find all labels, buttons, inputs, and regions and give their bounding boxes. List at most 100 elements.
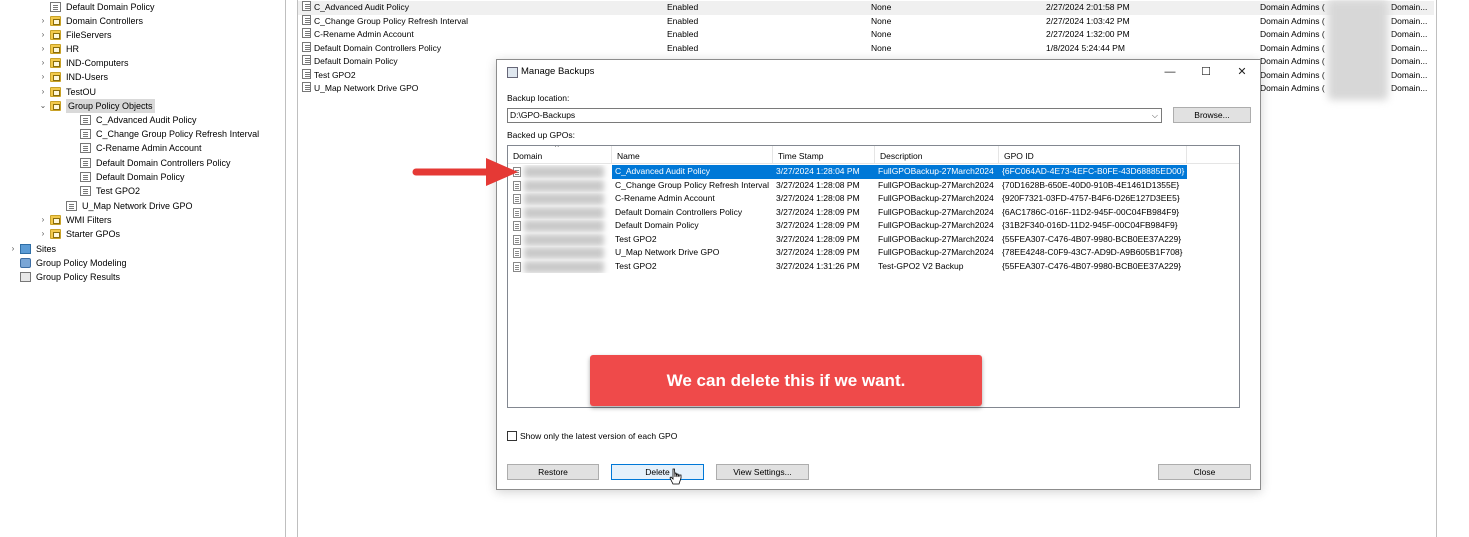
gpo-status-cell: Enabled (667, 29, 699, 39)
chevron-right-icon[interactable]: › (8, 242, 18, 256)
chevron-right-icon[interactable]: › (38, 42, 48, 56)
chevron-right-icon[interactable]: › (38, 70, 48, 84)
pane-divider[interactable] (285, 0, 286, 537)
tree-item[interactable]: Group Policy Results (8, 270, 120, 284)
dialog-titlebar[interactable]: Manage Backups — ☐ ✕ (497, 60, 1260, 84)
gpo-modified-cell: 2/27/2024 1:03:42 PM (1046, 15, 1130, 26)
browse-button[interactable]: Browse... (1173, 107, 1251, 123)
backup-id-cell: {55FEA307-C476-4B07-9980-BCB0EE37A229} (1002, 260, 1182, 271)
gpo-owner-cell: Domain Admins ( (1260, 42, 1325, 53)
gpo-backup-icon (513, 234, 521, 245)
backup-location-combo[interactable]: D:\GPO-Backups ⌵ (507, 108, 1162, 123)
gpo-list-row[interactable]: Default Domain Controllers Policy Enabled… (298, 41, 1434, 56)
folder-icon (50, 229, 61, 239)
window-close-button[interactable]: ✕ (1227, 63, 1257, 81)
backup-row[interactable]: C-Rename Admin Account 3/27/2024 1:28:08 … (508, 192, 1239, 206)
gpo-wmi-cell: None (871, 29, 892, 39)
gpo-list-row[interactable]: C_Advanced Audit Policy Enabled None 2/27/2… (298, 1, 1434, 15)
delete-button[interactable]: Delete (611, 464, 704, 480)
tree-item[interactable]: › Starter GPOs (38, 227, 120, 241)
tree-item[interactable]: C_Advanced Audit Policy (68, 113, 197, 127)
maximize-button[interactable]: ☐ (1191, 63, 1221, 81)
gpo-modified-cell: 2/27/2024 2:01:58 PM (1046, 2, 1130, 12)
col-domain[interactable]: ^ Domain (508, 146, 612, 164)
tree-item[interactable]: Default Domain Policy (68, 170, 185, 184)
chevron-right-icon[interactable]: › (38, 227, 48, 241)
backup-location-label: Backup location: (507, 93, 570, 103)
site-icon (20, 244, 31, 254)
backup-time-cell: 3/27/2024 1:28:04 PM (773, 165, 875, 179)
tree-item[interactable]: Test GPO2 (68, 184, 140, 198)
restore-button[interactable]: Restore (507, 464, 599, 480)
backup-desc-cell: FullGPOBackup-27March2024 (878, 193, 994, 203)
col-gpo-id[interactable]: GPO ID (999, 146, 1187, 164)
backup-name-cell: Test GPO2 (615, 260, 657, 271)
chevron-down-icon[interactable]: ⌄ (38, 99, 48, 113)
tree-item-label: IND-Users (66, 72, 108, 82)
chevron-right-icon[interactable]: › (38, 56, 48, 70)
tree-item[interactable]: › Domain Controllers (38, 14, 143, 28)
tree-item[interactable]: Default Domain Controllers Policy (68, 156, 231, 170)
latest-version-checkbox[interactable] (507, 431, 517, 441)
domain-cell (508, 179, 612, 193)
gpo-backup-icon (513, 261, 521, 272)
gpo-doc-icon (302, 1, 311, 11)
gpo-list-row[interactable]: C_Change Group Policy Refresh Interval En… (298, 14, 1434, 29)
gpo-name-cell: C_Change Group Policy Refresh Interval (302, 14, 468, 29)
backup-desc-cell: FullGPOBackup-27March2024 (878, 233, 994, 244)
backup-id-cell: {70D1628B-650E-40D0-910B-4E1461D1355E} (1002, 179, 1180, 190)
col-description[interactable]: Description (875, 146, 999, 164)
redacted-domain-blur (524, 220, 604, 232)
tree-item[interactable]: › WMI Filters (38, 213, 112, 227)
gpo-list-row[interactable]: C-Rename Admin Account Enabled None 2/27/20… (298, 28, 1434, 42)
tree-item[interactable]: › Sites (8, 242, 56, 256)
tree-item-label: C_Advanced Audit Policy (96, 115, 197, 125)
tree-item[interactable]: › IND-Users (38, 70, 108, 84)
col-time-stamp[interactable]: Time Stamp (773, 146, 875, 164)
chevron-down-icon[interactable]: ⌵ (1152, 109, 1158, 122)
gpo-wmi-cell: None (871, 15, 892, 26)
redacted-domain-blur (524, 179, 604, 192)
gpo-owner-cell: Domain Admins ( (1260, 2, 1325, 12)
sort-ascending-icon: ^ (555, 145, 559, 152)
tree-item-label: TestOU (66, 87, 97, 97)
latest-version-label[interactable]: Show only the latest version of each GPO (520, 431, 677, 441)
backup-row[interactable]: Default Domain Policy 3/27/2024 1:28:09 P… (508, 219, 1239, 233)
tree-item[interactable]: › HR (38, 42, 79, 56)
tree-item[interactable]: › TestOU (38, 85, 96, 99)
view-settings-button[interactable]: View Settings... (716, 464, 809, 480)
chevron-right-icon[interactable]: › (38, 28, 48, 42)
minimize-button[interactable]: — (1155, 63, 1185, 81)
chevron-right-icon[interactable]: › (38, 213, 48, 227)
chevron-right-icon[interactable]: › (38, 85, 48, 99)
backup-row[interactable]: Test GPO2 3/27/2024 1:28:09 PM FullGPOBack… (508, 233, 1239, 247)
backup-row[interactable]: C_Change Group Policy Refresh Interval 3/… (508, 179, 1239, 193)
tree-item[interactable]: › FileServers (38, 28, 112, 42)
backup-time-cell: 3/27/2024 1:28:09 PM (776, 233, 860, 244)
redacted-domain-blur (524, 260, 604, 273)
gpo-owner2-cell: Domain... (1391, 69, 1428, 80)
backup-row[interactable]: Test GPO2 3/27/2024 1:31:26 PM Test-GPO2 V… (508, 260, 1239, 274)
folder-icon (50, 87, 61, 97)
chevron-right-icon[interactable]: › (38, 14, 48, 28)
tree-item[interactable]: Group Policy Modeling (8, 256, 127, 270)
tree-item[interactable]: › IND-Computers (38, 56, 129, 70)
tree-item[interactable]: Default Domain Policy (38, 0, 155, 14)
tree-item[interactable]: C-Rename Admin Account (68, 141, 202, 155)
tree-item[interactable]: U_Map Network Drive GPO (54, 199, 193, 213)
tree-item[interactable]: ⌄ Group Policy Objects (38, 99, 155, 113)
backup-row[interactable]: Default Domain Controllers Policy 3/27/20… (508, 206, 1239, 220)
backup-row[interactable]: U_Map Network Drive GPO 3/27/2024 1:28:09… (508, 246, 1239, 260)
results-icon (20, 272, 31, 282)
doc-icon (80, 186, 91, 196)
listview-header: ^ Domain Name Time Stamp Description GPO… (508, 146, 1239, 164)
col-name[interactable]: Name (612, 146, 773, 164)
tree-item-label: Default Domain Controllers Policy (96, 158, 231, 168)
tree-item-label: Starter GPOs (66, 229, 121, 239)
gpo-name: C-Rename Admin Account (314, 29, 414, 39)
backup-row[interactable]: C_Advanced Audit Policy 3/27/2024 1:28:04… (508, 165, 1239, 179)
gpo-status-cell: Enabled (667, 42, 699, 53)
tree-item[interactable]: C_Change Group Policy Refresh Interval (68, 127, 259, 141)
gpo-owner-cell: Domain Admins ( (1260, 69, 1325, 80)
close-button[interactable]: Close (1158, 464, 1251, 480)
